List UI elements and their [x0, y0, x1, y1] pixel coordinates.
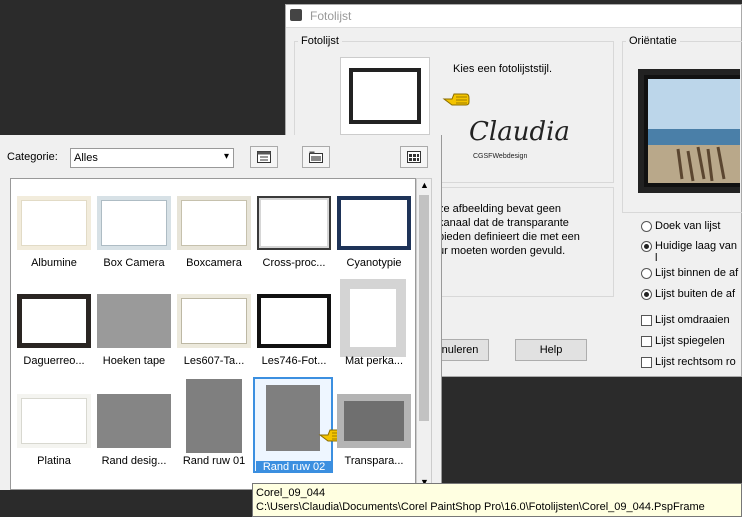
frame-item-label: Les746-Fot...	[261, 355, 327, 367]
frame-thumbnail	[257, 294, 331, 348]
lijst-buiten-label: Lijst buiten de af	[655, 288, 736, 300]
frame-item-hoeken-tape[interactable]: Hoeken tape	[94, 291, 174, 389]
lijst-binnen-radio[interactable]	[641, 268, 652, 279]
frame-item-label: Rand desig...	[101, 455, 167, 467]
frame-preview-image	[349, 68, 421, 124]
frame-thumbnail	[337, 394, 411, 448]
doek-van-lijst-radio[interactable]	[641, 221, 652, 232]
view-thumbnails-button[interactable]	[250, 146, 278, 168]
frame-item-box-camera[interactable]: Box Camera	[94, 193, 174, 291]
frame-item-label: Box Camera	[103, 257, 165, 269]
frame-item-cross-proc[interactable]: Cross-proc...	[254, 193, 334, 291]
huidige-laag-label: Huidige laag van l	[655, 240, 737, 264]
lijst-buiten-radio[interactable]	[641, 289, 652, 300]
dialog-title: Fotolijst	[310, 9, 352, 23]
grid-scrollbar[interactable]: ▲ ▼	[416, 178, 432, 490]
frame-item-boxcamera[interactable]: Boxcamera	[174, 193, 254, 291]
lijst-spiegelen-checkbox[interactable]	[641, 336, 652, 347]
dialog-titlebar: Fotolijst	[286, 5, 741, 28]
frame-item-label: Platina	[37, 455, 71, 467]
frame-item-mat-perka[interactable]: Mat perka...	[334, 279, 414, 377]
frame-item-label: Mat perka...	[344, 355, 404, 367]
frame-thumbnail	[17, 294, 91, 348]
frame-thumbnail	[257, 196, 331, 250]
info-line-2: kanaal dat de transparante	[438, 217, 569, 229]
lijst-omdraaien-label: Lijst omdraaien	[655, 314, 730, 326]
frame-item-label: Rand ruw 02	[256, 461, 332, 473]
frame-thumbnail	[17, 394, 91, 448]
frame-item-daguerreo[interactable]: Daguerreo...	[14, 291, 94, 389]
lijst-binnen-label: Lijst binnen de af	[655, 267, 739, 279]
open-folder-button[interactable]	[302, 146, 330, 168]
orientation-preview-image	[638, 69, 740, 193]
tooltip-frame-name: Corel_09_044	[256, 487, 326, 499]
frame-thumbnail	[340, 279, 406, 357]
thumbnail-view-icon	[257, 151, 271, 163]
options-button[interactable]	[400, 146, 428, 168]
doek-van-lijst-label: Doek van lijst	[655, 220, 721, 232]
scrollbar-thumb[interactable]	[419, 195, 429, 421]
lijst-spiegelen-label: Lijst spiegelen	[655, 335, 725, 347]
chevron-down-icon: ▾	[223, 151, 229, 162]
info-line-3: bieden definieert die met een	[438, 231, 580, 243]
frame-thumbnail-grid[interactable]: Albumine Box Camera Boxcamera Cross-proc…	[10, 178, 416, 490]
frame-thumbnail	[97, 196, 171, 250]
app-icon	[290, 9, 302, 21]
frame-item-transparant[interactable]: Transpara...	[334, 391, 414, 489]
frame-item-label: Rand ruw 01	[182, 455, 246, 467]
frame-item-label: Albumine	[31, 257, 77, 269]
frame-item-platina[interactable]: Platina	[14, 391, 94, 489]
frame-thumbnail	[17, 196, 91, 250]
watermark-signature: Claudia	[469, 117, 570, 147]
frame-item-albumine[interactable]: Albumine	[14, 193, 94, 291]
frame-item-label: Transpara...	[344, 455, 404, 467]
grid-options-icon	[407, 151, 421, 163]
frame-item-label: Cross-proc...	[262, 257, 326, 269]
choose-style-label: Kies een fotolijststijl.	[453, 63, 553, 75]
frame-item-label: Cyanotypie	[346, 257, 402, 269]
category-select-value: Alles	[74, 152, 98, 164]
scroll-up-icon[interactable]: ▲	[420, 180, 429, 190]
frame-thumbnail	[337, 196, 411, 250]
info-line-4: ur moeten worden gevuld.	[438, 245, 566, 257]
frame-thumbnail	[177, 196, 251, 250]
file-path-tooltip: Corel_09_044 C:\Users\Claudia\Documents\…	[252, 483, 742, 517]
help-button[interactable]: Help	[515, 339, 587, 361]
frame-picker-panel: Categorie: Alles ▾ Albumine Box Camera B…	[0, 135, 442, 490]
lijst-omdraaien-checkbox[interactable]	[641, 315, 652, 326]
frame-thumbnail	[97, 294, 171, 348]
category-label: Categorie:	[7, 151, 58, 163]
category-select[interactable]: Alles ▾	[70, 148, 234, 168]
frame-item-label: Hoeken tape	[102, 355, 166, 367]
folder-icon	[309, 151, 323, 163]
orientatie-group-label: Oriëntatie	[626, 35, 680, 47]
frame-item-rand-design[interactable]: Rand desig...	[94, 391, 174, 489]
frame-style-preview[interactable]	[340, 57, 430, 135]
hand-pointer-icon	[442, 93, 470, 106]
frame-item-label: Daguerreo...	[23, 355, 85, 367]
watermark-subtext: CGSFWebdesign	[473, 153, 528, 160]
fotolijst-group-label: Fotolijst	[298, 35, 342, 47]
frame-item-les746[interactable]: Les746-Fot...	[254, 291, 334, 389]
huidige-laag-radio[interactable]	[641, 241, 652, 252]
frame-item-les607[interactable]: Les607-Ta...	[174, 291, 254, 389]
frame-item-rand-ruw-01[interactable]: Rand ruw 01	[174, 379, 254, 477]
frame-thumbnail	[266, 385, 320, 451]
frame-item-label: Les607-Ta...	[183, 355, 245, 367]
frame-thumbnail	[97, 394, 171, 448]
lijst-rechtsom-checkbox[interactable]	[641, 357, 652, 368]
lijst-rechtsom-label: Lijst rechtsom ro	[655, 356, 736, 368]
info-line-1: ze afbeelding bevat geen	[438, 203, 561, 215]
frame-item-cyanotypie[interactable]: Cyanotypie	[334, 193, 414, 291]
frame-thumbnail	[177, 294, 251, 348]
frame-item-label: Boxcamera	[186, 257, 242, 269]
tooltip-frame-path: C:\Users\Claudia\Documents\Corel PaintSh…	[256, 501, 705, 513]
frame-thumbnail	[186, 379, 242, 453]
